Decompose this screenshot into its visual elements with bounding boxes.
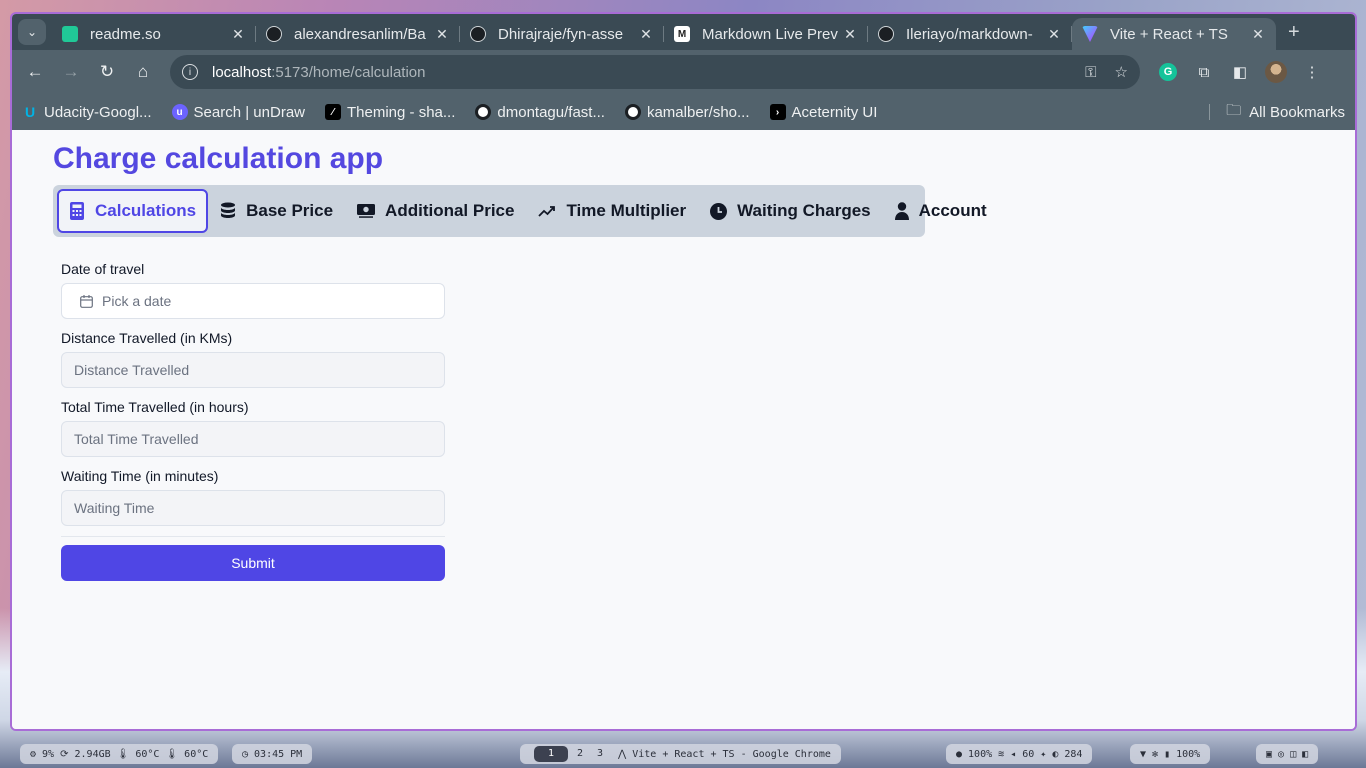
bookmarks-divider <box>1209 104 1211 120</box>
coins-icon <box>221 202 236 218</box>
star-icon[interactable]: ☆ <box>1115 63 1128 81</box>
tray-icons: ▼ ✻ ▮ 100% <box>1130 744 1211 764</box>
markdown-icon: M <box>674 26 690 42</box>
home-icon: ⌂ <box>137 62 149 81</box>
page-title: Charge calculation app <box>53 142 384 175</box>
shadcn-icon: ⁄ <box>325 104 341 120</box>
form-divider <box>61 536 445 537</box>
tab-search-button[interactable]: ⌄ <box>18 19 46 45</box>
github-icon <box>878 26 894 42</box>
arrow-left-icon: ← <box>26 62 44 81</box>
app-page: Charge calculation app Calculations Base… <box>12 132 1355 729</box>
browser-tab[interactable]: Dhirajraje/fyn-asse ✕ <box>460 18 664 50</box>
clock-icon <box>710 202 728 220</box>
udacity-icon: U <box>24 104 36 120</box>
system-stats: ⚙ 9% ⟳ 2.94GB 🌡 60°C 🌡 60°C <box>20 744 219 764</box>
chevron-down-icon: ⌄ <box>26 25 38 39</box>
arrow-right-icon: → <box>62 62 80 81</box>
waiting-time-input[interactable]: Waiting Time <box>61 490 445 526</box>
close-icon[interactable]: ✕ <box>638 26 654 43</box>
reload-icon: ↻ <box>99 62 115 81</box>
tab-account[interactable]: Account <box>883 189 999 233</box>
calculator-icon <box>70 202 84 220</box>
github-icon <box>266 26 282 42</box>
calculation-form: Date of travel Pick a date Distance Trav… <box>61 260 445 581</box>
date-placeholder: Pick a date <box>102 293 172 309</box>
date-label: Date of travel <box>61 261 145 277</box>
browser-tab[interactable]: M Markdown Live Prev ✕ <box>664 18 868 50</box>
github-icon <box>624 104 641 120</box>
calendar-icon <box>80 294 93 308</box>
reload-button[interactable]: ↻ <box>92 57 122 87</box>
user-icon <box>894 202 909 220</box>
all-bookmarks-button[interactable]: 🗀 All Bookmarks <box>1226 100 1345 125</box>
menu-icon[interactable]: ⋮ <box>1298 58 1326 86</box>
status-indicators: ● 100% ≋ ◂ 60 ✦ ◐ 284 <box>946 744 1093 764</box>
url-host: localhost <box>212 63 272 81</box>
browser-tab[interactable]: alexandresanlim/Ba ✕ <box>256 18 460 50</box>
close-icon[interactable]: ✕ <box>1250 26 1266 43</box>
url-path: :5173/home/calculation <box>271 63 426 81</box>
tab-strip: ⌄ readme.so ✕ alexandresanlim/Ba ✕ Dhirajr… <box>12 14 1355 50</box>
bookmark-item[interactable]: kamalber/sho... <box>624 104 750 121</box>
app-nav: Calculations Base Price Additional Price… <box>53 185 987 237</box>
back-button[interactable]: ← <box>20 57 50 87</box>
bookmark-item[interactable]: ⁄ Theming - sha... <box>325 104 455 121</box>
bookmark-item[interactable]: u Search | unDraw <box>171 104 305 121</box>
close-icon[interactable]: ✕ <box>842 26 858 43</box>
submit-button[interactable]: Submit <box>61 545 445 581</box>
time-label: Total Time Travelled (in hours) <box>61 399 249 415</box>
bookmark-item[interactable]: U Udacity-Googl... <box>22 104 152 121</box>
waiting-label: Waiting Time (in minutes) <box>61 468 219 484</box>
browser-toolbar: ← → ↻ ⌂ i localhost:5173/home/calculatio… <box>12 50 1355 94</box>
date-picker-button[interactable]: Pick a date <box>61 283 445 319</box>
workspace-bar: 1 2 3 ⋀ Vite + React + TS - Google Chrom… <box>520 744 841 764</box>
bookmarks-bar: U Udacity-Googl... u Search | unDraw ⁄ Them… <box>12 94 1355 130</box>
grammarly-icon[interactable]: G <box>1154 58 1182 86</box>
key-icon[interactable]: ⚿ <box>1085 64 1096 81</box>
distance-label: Distance Travelled (in KMs) <box>61 330 233 346</box>
home-button[interactable]: ⌂ <box>128 57 158 87</box>
tab-time-multiplier[interactable]: Time Multiplier <box>526 189 698 233</box>
tab-base-price[interactable]: Base Price <box>208 189 345 233</box>
new-tab-button[interactable]: + <box>1288 21 1300 44</box>
bookmark-item[interactable]: dmontagu/fast... <box>475 104 605 121</box>
site-info-icon[interactable]: i <box>182 64 198 80</box>
readme-icon <box>62 26 78 42</box>
distance-input[interactable]: Distance Travelled <box>61 352 445 388</box>
workspace-2[interactable]: 2 <box>572 746 588 762</box>
trending-up-icon <box>538 206 556 217</box>
close-icon[interactable]: ✕ <box>230 26 246 43</box>
banknote-icon <box>357 204 376 218</box>
browser-tab[interactable]: Ileriayo/markdown- ✕ <box>868 18 1072 50</box>
close-icon[interactable]: ✕ <box>434 26 450 43</box>
workspace-3[interactable]: 3 <box>592 746 608 762</box>
tab-waiting-charges[interactable]: Waiting Charges <box>698 189 883 233</box>
active-window-title: ⋀ Vite + React + TS - Google Chrome <box>618 748 831 760</box>
aceternity-icon: › <box>769 104 786 120</box>
tab-calculations[interactable]: Calculations <box>57 189 209 233</box>
browser-tab[interactable]: readme.so ✕ <box>52 18 256 50</box>
bookmark-item[interactable]: › Aceternity UI <box>769 104 877 121</box>
tab-additional-price[interactable]: Additional Price <box>345 189 526 233</box>
github-icon <box>470 26 486 42</box>
address-bar[interactable]: i localhost:5173/home/calculation ⚿ ☆ <box>170 55 1140 89</box>
folder-icon: 🗀 <box>1226 101 1242 119</box>
system-taskbar: ⚙ 9% ⟳ 2.94GB 🌡 60°C 🌡 60°C ◷ 03:45 PM 1… <box>0 740 1366 768</box>
sidebar-icon[interactable]: ◧ <box>1226 58 1254 86</box>
browser-window: ⌄ readme.so ✕ alexandresanlim/Ba ✕ Dhirajr… <box>10 12 1357 731</box>
workspace-1[interactable]: 1 <box>534 746 568 762</box>
total-time-input[interactable]: Total Time Travelled <box>61 421 445 457</box>
undraw-icon: u <box>171 104 188 120</box>
taskbar-clock: ◷ 03:45 PM <box>232 744 313 764</box>
github-icon <box>475 104 492 120</box>
extensions-icon[interactable]: ⧉ <box>1190 58 1218 86</box>
close-icon[interactable]: ✕ <box>1046 26 1062 43</box>
vite-icon <box>1082 26 1098 42</box>
quick-icons[interactable]: ▣ ◎ ◫ ◧ <box>1256 744 1319 764</box>
profile-avatar[interactable] <box>1262 58 1290 86</box>
forward-button[interactable]: → <box>56 57 86 87</box>
browser-tab-active[interactable]: Vite + React + TS ✕ <box>1072 18 1276 50</box>
